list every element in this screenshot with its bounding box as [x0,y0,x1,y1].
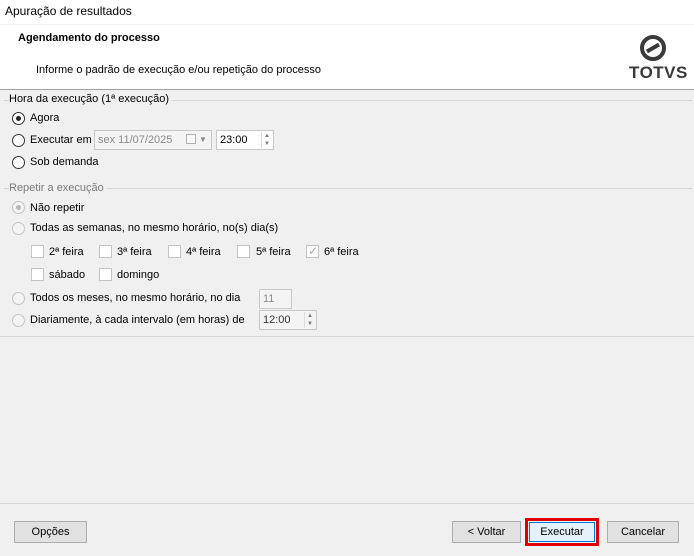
radio-no-repeat-label[interactable]: Não repetir [30,202,84,214]
checkbox-wednesday[interactable] [168,245,181,258]
date-value: sex 11/07/2025 [98,134,173,146]
checkbox-tuesday-label[interactable]: 3ª feira [117,246,152,258]
totvs-logo-text: TOTVS [629,63,688,82]
radio-schedule[interactable] [12,134,25,147]
radio-on-demand[interactable] [12,156,25,169]
radio-weekly-label[interactable]: Todas as semanas, no mesmo horário, no(s… [30,222,278,234]
totvs-logo-icon [640,35,666,61]
interval-field[interactable]: 12:00 ▲ ▼ [259,310,317,330]
execution-group-title: Hora da execução (1ª execução) [9,93,172,105]
repeat-group-title: Repetir a execução [9,182,107,194]
time-value: 23:00 [220,134,248,146]
monthly-day-value: 11 [263,293,275,305]
radio-monthly[interactable] [12,292,25,305]
interval-spinner[interactable]: ▲ ▼ [304,312,315,328]
date-picker[interactable]: sex 11/07/2025 ▼ [94,130,212,150]
monthly-day-field[interactable]: 11 [259,289,292,309]
checkbox-saturday-label[interactable]: sábado [49,269,85,281]
page-title: Agendamento do processo [18,32,160,44]
checkbox-wednesday-label[interactable]: 4ª feira [186,246,221,258]
radio-now-label[interactable]: Agora [30,112,59,124]
radio-schedule-label[interactable]: Executar em [30,134,92,146]
footer-divider [0,503,694,504]
radio-no-repeat[interactable] [12,201,25,214]
back-button[interactable]: < Voltar [452,521,521,543]
interval-value: 12:00 [263,314,291,326]
checkbox-thursday[interactable] [237,245,250,258]
window-titlebar: Apuração de resultados [0,0,694,24]
radio-weekly[interactable] [12,222,25,235]
wizard-header: Agendamento do processo Informe o padrão… [0,24,694,90]
checkbox-saturday[interactable] [31,268,44,281]
options-button[interactable]: Opções [14,521,87,543]
time-spinner[interactable]: ▲ ▼ [261,132,272,148]
execute-button[interactable]: Executar [525,518,599,546]
checkbox-sunday[interactable] [99,268,112,281]
checkbox-thursday-label[interactable]: 5ª feira [256,246,291,258]
radio-interval-label[interactable]: Diariamente, à cada intervalo (em horas)… [30,314,245,326]
radio-now[interactable] [12,112,25,125]
checkbox-monday[interactable] [31,245,44,258]
checkbox-tuesday[interactable] [99,245,112,258]
radio-interval[interactable] [12,314,25,327]
content-divider [0,336,694,337]
time-field[interactable]: 23:00 ▲ ▼ [216,130,274,150]
window-title: Apuração de resultados [5,4,132,18]
radio-monthly-label[interactable]: Todos os meses, no mesmo horário, no dia [30,292,240,304]
cancel-button[interactable]: Cancelar [607,521,679,543]
chevron-down-icon[interactable]: ▼ [199,135,207,144]
execute-button-label: Executar [540,526,584,538]
repeat-group-border [4,188,692,189]
checkbox-monday-label[interactable]: 2ª feira [49,246,84,258]
calendar-icon[interactable] [186,134,196,144]
page-subtitle: Informe o padrão de execução e/ou repeti… [36,64,321,76]
radio-on-demand-label[interactable]: Sob demanda [30,156,99,168]
checkbox-friday[interactable] [306,244,319,258]
checkbox-sunday-label[interactable]: domingo [117,269,159,281]
checkbox-friday-label[interactable]: 6ª feira [324,246,359,258]
